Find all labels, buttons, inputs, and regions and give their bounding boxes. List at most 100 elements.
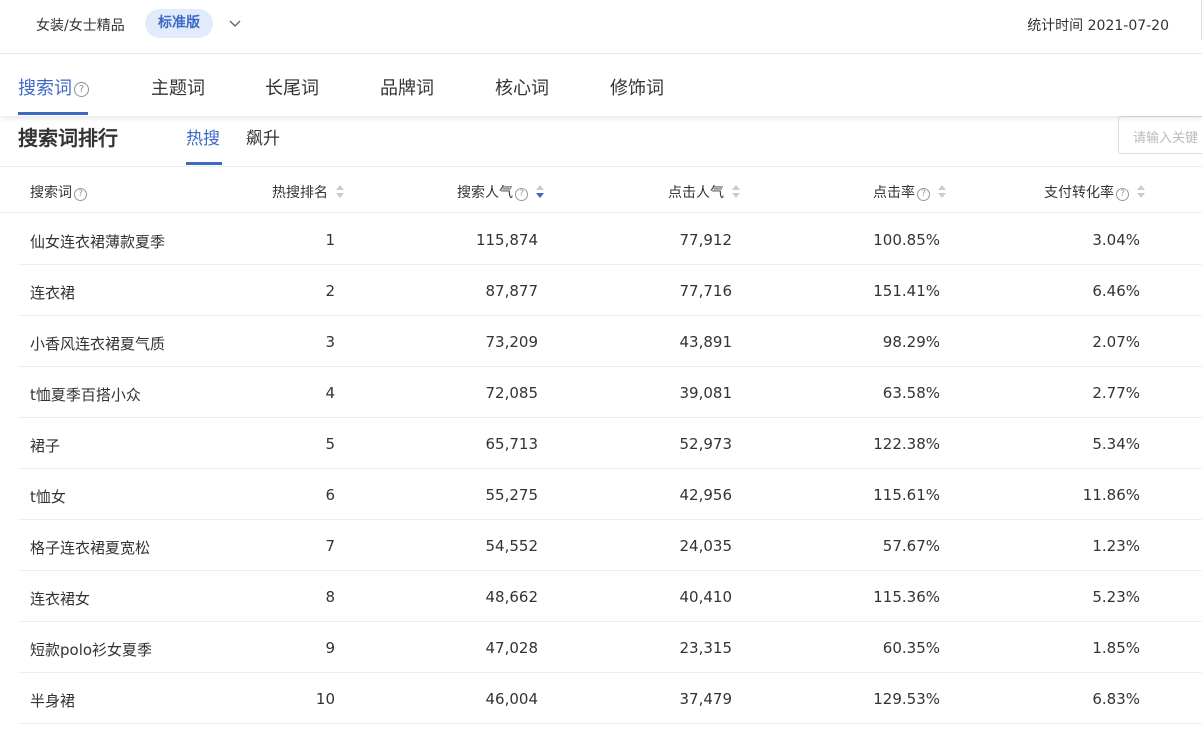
sort-icon[interactable] bbox=[536, 185, 546, 199]
cell-conversion-rate: 1.23% bbox=[1092, 537, 1140, 555]
cell-keyword[interactable]: 半身裙 bbox=[30, 690, 75, 711]
category-selector[interactable]: 女装/女士精品 bbox=[36, 15, 125, 35]
cell-search-popularity: 72,085 bbox=[485, 384, 539, 402]
col-keyword: 搜索词? bbox=[30, 182, 87, 202]
cell-hot-rank: 8 bbox=[325, 588, 335, 606]
col-label: 点击人气 bbox=[668, 185, 724, 201]
cell-conversion-rate: 1.85% bbox=[1092, 639, 1140, 657]
cell-keyword[interactable]: t恤夏季百搭小众 bbox=[30, 384, 141, 405]
col-label: 点击率 bbox=[873, 185, 915, 201]
col-search-popularity[interactable]: 搜索人气? bbox=[457, 182, 546, 202]
cell-keyword[interactable]: 连衣裙 bbox=[30, 282, 75, 303]
tab-brand-words[interactable]: 品牌词 bbox=[380, 74, 434, 100]
cell-ctr: 115.36% bbox=[873, 588, 940, 606]
table-row[interactable]: t恤夏季百搭小众 4 72,085 39,081 63.58% 2.77% bbox=[18, 367, 1202, 418]
help-icon[interactable]: ? bbox=[74, 188, 87, 201]
cell-keyword[interactable]: 格子连衣裙夏宽松 bbox=[30, 537, 150, 558]
table-row[interactable]: 连衣裙女 8 48,662 40,410 115.36% 5.23% bbox=[18, 571, 1202, 622]
cell-conversion-rate: 6.46% bbox=[1092, 282, 1140, 300]
cell-hot-rank: 7 bbox=[325, 537, 335, 555]
chevron-down-icon[interactable] bbox=[226, 14, 244, 32]
cell-ctr: 115.61% bbox=[873, 486, 940, 504]
cell-ctr: 63.58% bbox=[882, 384, 940, 402]
table-row[interactable]: t恤女 6 55,275 42,956 115.61% 11.86% bbox=[18, 469, 1202, 520]
help-icon[interactable]: ? bbox=[1116, 188, 1129, 201]
cell-ctr: 129.53% bbox=[873, 690, 940, 708]
cell-click-popularity: 23,315 bbox=[679, 639, 733, 657]
cell-hot-rank: 9 bbox=[325, 639, 335, 657]
help-icon[interactable]: ? bbox=[74, 82, 89, 97]
col-click-popularity[interactable]: 点击人气 bbox=[668, 182, 742, 202]
tab-label: 搜索词 bbox=[18, 78, 72, 99]
col-label: 支付转化率 bbox=[1044, 185, 1114, 201]
keyword-search-input[interactable]: 请输入关键 bbox=[1118, 116, 1202, 154]
table-row[interactable]: 小香风连衣裙夏气质 3 73,209 43,891 98.29% 2.07% bbox=[18, 316, 1202, 367]
col-conversion-rate[interactable]: 支付转化率? bbox=[1044, 182, 1147, 202]
cell-click-popularity: 39,081 bbox=[679, 384, 733, 402]
help-icon[interactable]: ? bbox=[515, 188, 528, 201]
cell-ctr: 60.35% bbox=[882, 639, 940, 657]
cell-conversion-rate: 6.83% bbox=[1092, 690, 1140, 708]
cell-keyword[interactable]: 小香风连衣裙夏气质 bbox=[30, 333, 165, 354]
cell-keyword[interactable]: 短款polo衫女夏季 bbox=[30, 639, 152, 660]
cell-click-popularity: 42,956 bbox=[679, 486, 733, 504]
cell-click-popularity: 37,479 bbox=[679, 690, 733, 708]
cell-hot-rank: 3 bbox=[325, 333, 335, 351]
cell-hot-rank: 5 bbox=[325, 435, 335, 453]
cell-conversion-rate: 2.07% bbox=[1092, 333, 1140, 351]
cell-conversion-rate: 2.77% bbox=[1092, 384, 1140, 402]
subtab-hot[interactable]: 热搜 bbox=[186, 124, 220, 149]
cell-hot-rank: 10 bbox=[315, 690, 335, 708]
edition-badge: 标准版 bbox=[145, 9, 213, 38]
table-row[interactable]: 仙女连衣裙薄款夏季 1 115,874 77,912 100.85% 3.04% bbox=[18, 214, 1202, 265]
cell-search-popularity: 47,028 bbox=[485, 639, 539, 657]
tab-theme-words[interactable]: 主题词 bbox=[151, 74, 205, 100]
cell-keyword[interactable]: 仙女连衣裙薄款夏季 bbox=[30, 231, 165, 252]
cell-conversion-rate: 11.86% bbox=[1082, 486, 1140, 504]
cell-keyword[interactable]: t恤女 bbox=[30, 486, 66, 507]
cell-click-popularity: 24,035 bbox=[679, 537, 733, 555]
table-row[interactable]: 裙子 5 65,713 52,973 122.38% 5.34% bbox=[18, 418, 1202, 469]
cell-search-popularity: 48,662 bbox=[485, 588, 539, 606]
table-row[interactable]: 格子连衣裙夏宽松 7 54,552 24,035 57.67% 1.23% bbox=[18, 520, 1202, 571]
cell-search-popularity: 73,209 bbox=[485, 333, 539, 351]
tab-search-words[interactable]: 搜索词? bbox=[18, 74, 89, 100]
cell-ctr: 100.85% bbox=[873, 231, 940, 249]
col-label: 搜索人气 bbox=[457, 185, 513, 201]
cell-conversion-rate: 3.04% bbox=[1092, 231, 1140, 249]
sort-icon[interactable] bbox=[938, 185, 948, 199]
col-label: 热搜排名 bbox=[272, 185, 328, 201]
cell-ctr: 151.41% bbox=[873, 282, 940, 300]
sort-icon[interactable] bbox=[1137, 185, 1147, 199]
cell-hot-rank: 6 bbox=[325, 486, 335, 504]
col-hot-rank[interactable]: 热搜排名 bbox=[272, 182, 346, 202]
table-row[interactable]: 半身裙 10 46,004 37,479 129.53% 6.83% bbox=[18, 673, 1202, 724]
subtab-rising[interactable]: 飙升 bbox=[246, 124, 280, 149]
cell-ctr: 122.38% bbox=[873, 435, 940, 453]
active-tab-indicator bbox=[18, 112, 88, 115]
cell-click-popularity: 40,410 bbox=[679, 588, 733, 606]
tab-longtail-words[interactable]: 长尾词 bbox=[265, 74, 319, 100]
cell-click-popularity: 52,973 bbox=[679, 435, 733, 453]
col-label: 搜索词 bbox=[30, 185, 72, 201]
help-icon[interactable]: ? bbox=[917, 188, 930, 201]
tab-bar: 搜索词? 主题词 长尾词 品牌词 核心词 修饰词 bbox=[0, 54, 1202, 116]
tab-modifier-words[interactable]: 修饰词 bbox=[610, 74, 664, 100]
cell-search-popularity: 87,877 bbox=[485, 282, 539, 300]
stat-time: 统计时间 2021-07-20 bbox=[1027, 18, 1169, 34]
table-row[interactable]: 短款polo衫女夏季 9 47,028 23,315 60.35% 1.85% bbox=[18, 622, 1202, 673]
cell-keyword[interactable]: 裙子 bbox=[30, 435, 60, 456]
tab-core-words[interactable]: 核心词 bbox=[495, 74, 549, 100]
cell-click-popularity: 77,716 bbox=[679, 282, 733, 300]
cell-search-popularity: 54,552 bbox=[485, 537, 539, 555]
section-title: 搜索词排行 bbox=[18, 126, 118, 150]
col-ctr[interactable]: 点击率? bbox=[873, 182, 948, 202]
top-bar: 女装/女士精品 标准版 统计时间 2021-07-20 bbox=[0, 0, 1202, 54]
sort-icon[interactable] bbox=[336, 185, 346, 199]
sort-icon[interactable] bbox=[732, 185, 742, 199]
table-row[interactable]: 连衣裙 2 87,877 77,716 151.41% 6.46% bbox=[18, 265, 1202, 316]
cell-keyword[interactable]: 连衣裙女 bbox=[30, 588, 90, 609]
cell-hot-rank: 2 bbox=[325, 282, 335, 300]
cell-hot-rank: 4 bbox=[325, 384, 335, 402]
cell-search-popularity: 55,275 bbox=[485, 486, 539, 504]
